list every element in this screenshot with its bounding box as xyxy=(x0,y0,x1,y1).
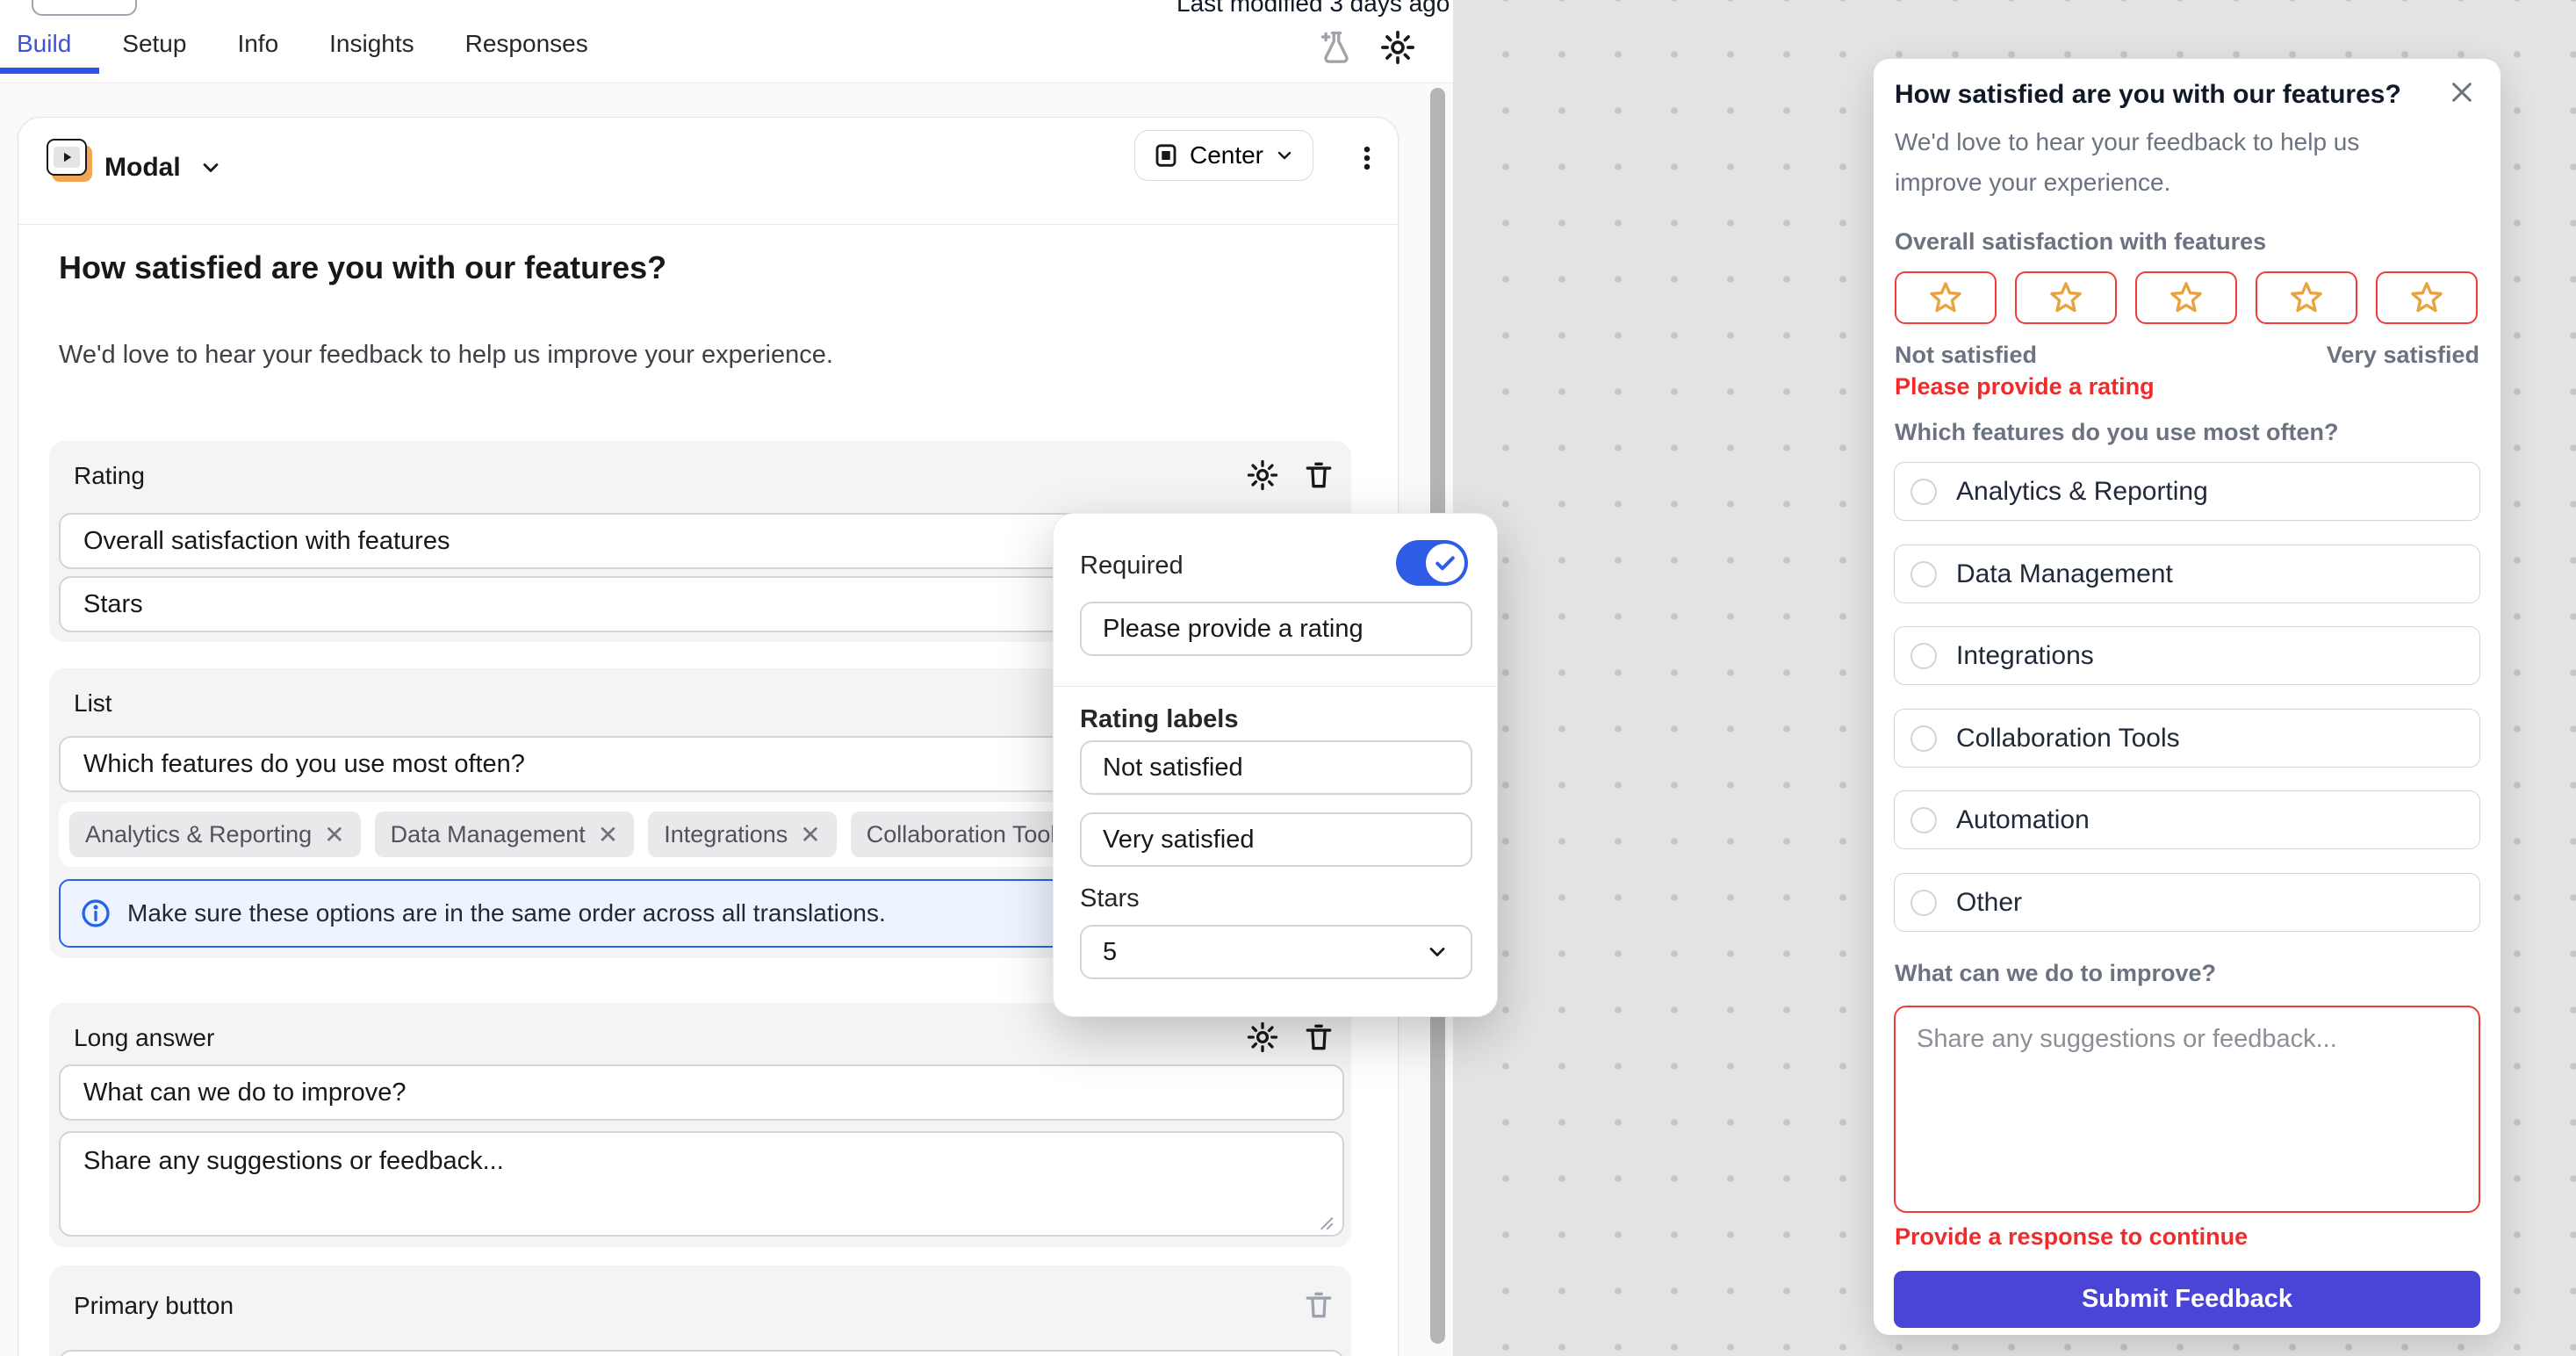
rating-upper-label: Very satisfied xyxy=(2327,342,2479,369)
star-rating-button-1[interactable] xyxy=(1895,271,1997,324)
partial-toolbar-button[interactable] xyxy=(32,0,137,16)
tab-build[interactable]: Build xyxy=(17,30,71,74)
builder-tabs: Build Setup Info Insights Responses xyxy=(17,30,588,74)
long-answer-delete-trash-icon[interactable] xyxy=(1302,1021,1335,1054)
option-chip[interactable]: Data Management✕ xyxy=(375,811,635,857)
check-icon xyxy=(1432,550,1458,576)
section-type-label: Rating xyxy=(74,462,145,490)
toggle-knob xyxy=(1426,544,1464,582)
info-banner-text: Make sure these options are in the same … xyxy=(127,899,886,927)
open-error-message: Provide a response to continue xyxy=(1895,1223,2248,1251)
chevron-down-icon xyxy=(1274,145,1295,166)
resize-handle-icon[interactable] xyxy=(1315,1212,1335,1231)
feedback-textarea[interactable] xyxy=(1894,1006,2480,1213)
long-answer-settings-gear-icon[interactable] xyxy=(1246,1021,1279,1054)
position-icon xyxy=(1153,142,1179,169)
preview-open-question: What can we do to improve? xyxy=(1895,960,2216,987)
primary-button-section: Primary button xyxy=(49,1266,1351,1356)
play-icon xyxy=(54,147,80,168)
checkbox-icon[interactable] xyxy=(1910,890,1937,916)
option-row[interactable]: Collaboration Tools xyxy=(1894,709,2480,768)
preview-title: How satisfied are you with our features? xyxy=(1895,80,2401,110)
star-rating-button-4[interactable] xyxy=(2256,271,2357,324)
preview-rating-question: Overall satisfaction with features xyxy=(1895,228,2266,256)
option-row[interactable]: Integrations xyxy=(1894,626,2480,685)
option-chip[interactable]: Integrations✕ xyxy=(648,811,837,857)
info-icon xyxy=(80,898,112,929)
active-tab-underline xyxy=(0,68,99,74)
preview-description: We'd love to hear your feedback to help … xyxy=(1895,122,2430,203)
rating-labels-title: Rating labels xyxy=(1080,705,1239,734)
star-icon xyxy=(2168,279,2205,316)
section-type-label: List xyxy=(74,689,112,718)
option-row[interactable]: Other xyxy=(1894,873,2480,932)
star-rating-button-5[interactable] xyxy=(2376,271,2478,324)
upper-label-input[interactable] xyxy=(1080,812,1472,867)
tab-responses[interactable]: Responses xyxy=(465,30,588,74)
modal-type-icon xyxy=(47,139,87,176)
builder-topbar: Last modified 3 days ago Build Setup Inf… xyxy=(0,0,1453,83)
submit-feedback-button[interactable]: Submit Feedback xyxy=(1894,1271,2480,1328)
divider xyxy=(1054,686,1497,687)
tab-setup[interactable]: Setup xyxy=(122,30,186,74)
rating-settings-popover: Required Rating labels Stars 5 xyxy=(1053,513,1498,1017)
rating-settings-gear-icon[interactable] xyxy=(1246,458,1279,492)
checkbox-icon[interactable] xyxy=(1910,807,1937,833)
star-rating-row xyxy=(1895,271,2478,324)
remove-chip-icon[interactable]: ✕ xyxy=(324,820,344,849)
chevron-down-icon xyxy=(198,155,223,180)
chevron-down-icon xyxy=(1425,940,1450,964)
section-type-label: Long answer xyxy=(74,1024,214,1052)
star-icon xyxy=(1927,279,1964,316)
checkbox-icon[interactable] xyxy=(1910,725,1937,752)
remove-chip-icon[interactable]: ✕ xyxy=(598,820,618,849)
option-row[interactable]: Data Management xyxy=(1894,545,2480,603)
option-row[interactable]: Automation xyxy=(1894,790,2480,849)
long-answer-placeholder-input[interactable]: Share any suggestions or feedback... xyxy=(59,1131,1344,1237)
stars-label: Stars xyxy=(1080,884,1140,913)
widget-type-dropdown[interactable]: Modal xyxy=(104,153,223,183)
preview-list-question: Which features do you use most often? xyxy=(1895,419,2339,446)
long-answer-question-input[interactable] xyxy=(59,1064,1344,1121)
lower-label-input[interactable] xyxy=(1080,740,1472,795)
rating-lower-label: Not satisfied xyxy=(1895,342,2037,369)
rating-delete-trash-icon[interactable] xyxy=(1302,458,1335,492)
long-answer-section: Long answer Share any suggestions or fee… xyxy=(49,1003,1351,1247)
stars-count-select[interactable]: 5 xyxy=(1080,925,1472,979)
checkbox-icon[interactable] xyxy=(1910,561,1937,588)
primary-button-delete-trash-icon[interactable] xyxy=(1302,1288,1335,1322)
checkbox-icon[interactable] xyxy=(1910,643,1937,669)
star-rating-button-2[interactable] xyxy=(2015,271,2117,324)
last-modified-text: Last modified 3 days ago xyxy=(1176,0,1450,18)
primary-button-label-input[interactable] xyxy=(59,1350,1344,1356)
position-select-button[interactable]: Center xyxy=(1134,130,1313,181)
survey-title: How satisfied are you with our features? xyxy=(59,249,666,286)
survey-preview-card: How satisfied are you with our features?… xyxy=(1874,59,2500,1335)
survey-description: We'd love to hear your feedback to help … xyxy=(59,341,833,370)
section-type-label: Primary button xyxy=(74,1292,234,1320)
remove-chip-icon[interactable]: ✕ xyxy=(800,820,820,849)
gear-icon[interactable] xyxy=(1377,26,1419,69)
option-chip[interactable]: Analytics & Reporting✕ xyxy=(69,811,361,857)
option-row[interactable]: Analytics & Reporting xyxy=(1894,462,2480,521)
tab-info[interactable]: Info xyxy=(237,30,278,74)
checkbox-icon[interactable] xyxy=(1910,479,1937,505)
rating-error-message: Please provide a rating xyxy=(1895,373,2155,400)
tab-insights[interactable]: Insights xyxy=(329,30,414,74)
app-window: Last modified 3 days ago Build Setup Inf… xyxy=(0,0,2576,1356)
kebab-menu-icon[interactable] xyxy=(1348,133,1386,183)
star-icon xyxy=(2047,279,2084,316)
required-toggle[interactable] xyxy=(1396,540,1468,586)
star-icon xyxy=(2288,279,2325,316)
star-icon xyxy=(2408,279,2445,316)
error-message-input[interactable] xyxy=(1080,602,1472,656)
experiment-flask-icon[interactable] xyxy=(1315,26,1357,69)
close-icon[interactable] xyxy=(2443,73,2481,112)
builder-card-header: Modal Center xyxy=(18,118,1398,225)
required-label: Required xyxy=(1080,552,1184,581)
star-rating-button-3[interactable] xyxy=(2135,271,2237,324)
